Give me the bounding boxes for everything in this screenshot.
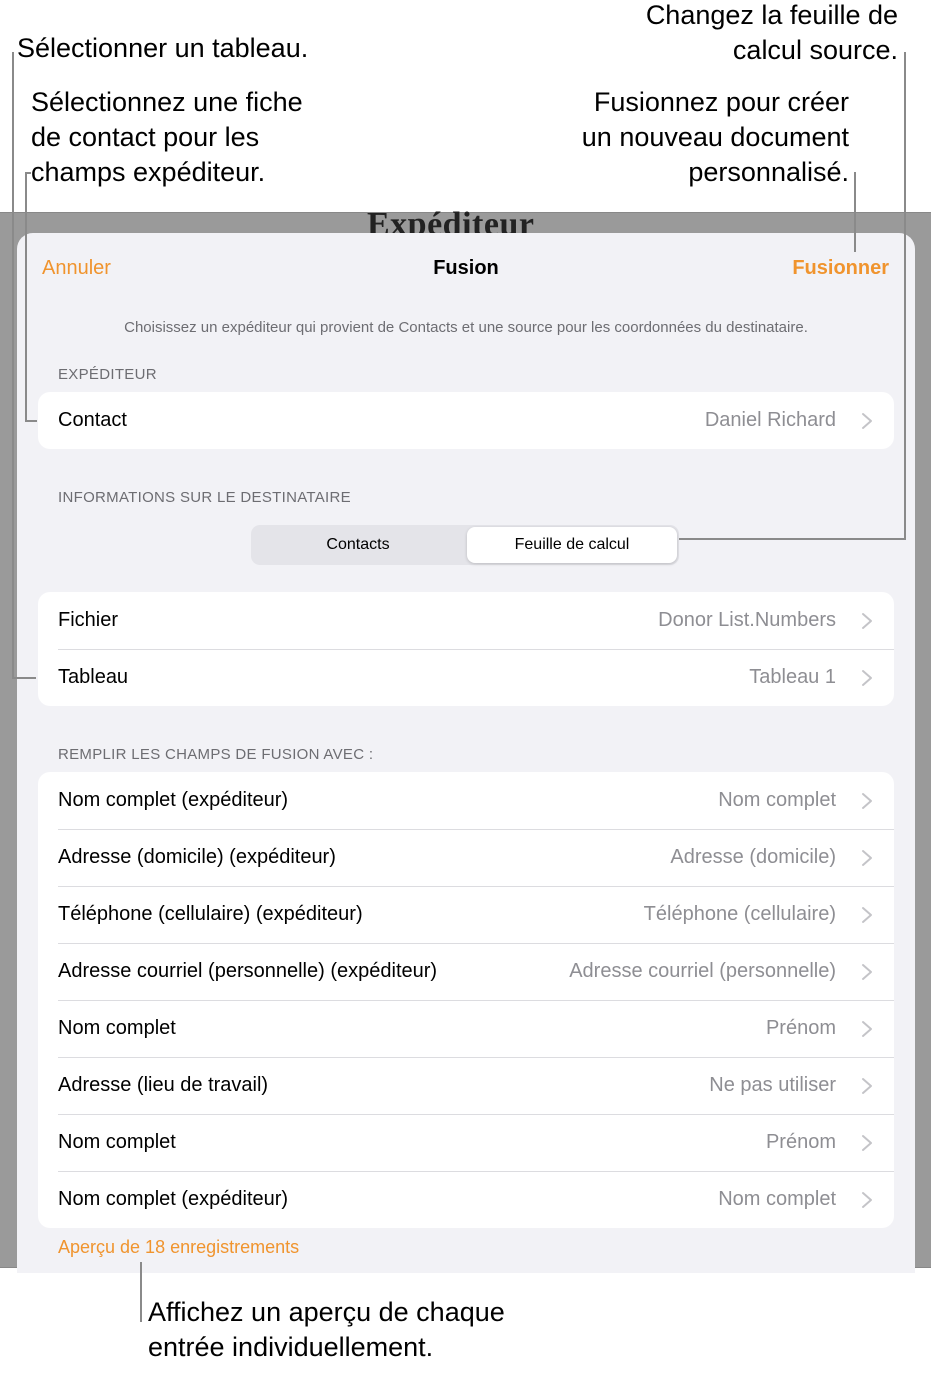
leader-line <box>25 172 27 422</box>
row-value: Nom complet <box>718 1188 836 1210</box>
row-label: Nom complet (expéditeur) <box>58 1188 289 1210</box>
leader-line <box>12 52 14 679</box>
sender-section-header: EXPÉDITEUR <box>58 366 157 383</box>
segment-contacts[interactable]: Contacts <box>251 525 465 565</box>
row-label: Tableau <box>58 666 129 688</box>
preview-records-link[interactable]: Aperçu de 18 enregistrements <box>58 1237 299 1258</box>
chevron-right-icon <box>862 793 872 809</box>
row-value: Prénom <box>765 1131 836 1153</box>
callout-line: Sélectionnez une fiche <box>31 87 303 117</box>
merge-sheet: Annuler Fusion Fusionner Choisissez un e… <box>17 233 915 1273</box>
field-row[interactable]: Adresse courriel (personnelle) (expédite… <box>38 943 894 1000</box>
chevron-right-icon <box>862 907 872 923</box>
recipient-section-header: INFORMATIONS SUR LE DESTINATAIRE <box>58 489 351 506</box>
intro-text: Choisissez un expéditeur qui provient de… <box>124 319 808 336</box>
callout-select-contact: Sélectionnez une fiche de contact pour l… <box>31 85 303 190</box>
chevron-right-icon <box>862 1192 872 1208</box>
row-label: Adresse (domicile) (expéditeur) <box>58 846 336 868</box>
callout-preview: Affichez un aperçu de chaque entrée indi… <box>148 1295 505 1365</box>
leader-line <box>12 677 36 679</box>
row-label: Adresse courriel (personnelle) (expédite… <box>58 960 438 982</box>
chevron-right-icon <box>862 1021 872 1037</box>
leader-line <box>140 1262 142 1322</box>
recipient-group: Fichier Donor List.Numbers Tableau Table… <box>38 592 894 706</box>
row-value: Tableau 1 <box>749 666 836 688</box>
row-value: Nom complet <box>718 789 836 811</box>
chevron-right-icon <box>862 1078 872 1094</box>
chevron-right-icon <box>862 1135 872 1151</box>
chevron-right-icon <box>862 850 872 866</box>
field-row[interactable]: Adresse (domicile) (expéditeur) Adresse … <box>38 829 894 886</box>
row-label: Nom complet <box>58 1017 176 1039</box>
merge-button[interactable]: Fusionner <box>792 257 889 280</box>
fields-section-header: REMPLIR LES CHAMPS DE FUSION AVEC : <box>58 746 374 763</box>
row-value: Donor List.Numbers <box>658 609 836 631</box>
row-value: Ne pas utiliser <box>709 1074 836 1096</box>
row-value: Prénom <box>765 1017 836 1039</box>
callout-line: un nouveau document <box>581 122 849 152</box>
nav-bar: Annuler Fusion Fusionner <box>17 233 915 301</box>
row-value: Adresse (domicile) <box>670 846 836 868</box>
field-row[interactable]: Nom complet (expéditeur) Nom complet <box>38 772 894 829</box>
sheet-title: Fusion <box>433 257 499 279</box>
row-label: Nom complet <box>58 1131 176 1153</box>
field-row[interactable]: Nom complet (expéditeur) Nom complet <box>38 1171 894 1228</box>
leader-line <box>679 538 906 540</box>
row-value: Daniel Richard <box>704 409 836 431</box>
table-row[interactable]: Tableau Tableau 1 <box>38 649 894 706</box>
chevron-right-icon <box>862 413 872 429</box>
leader-line <box>25 172 31 174</box>
callout-line: champs expéditeur. <box>31 157 266 187</box>
leader-line <box>854 172 856 252</box>
field-row[interactable]: Nom complet Prénom <box>38 1000 894 1057</box>
row-label: Adresse (lieu de travail) <box>58 1074 269 1096</box>
callout-select-table: Sélectionner un tableau. <box>17 31 308 66</box>
chevron-right-icon <box>862 964 872 980</box>
row-value: Téléphone (cellulaire) <box>643 903 836 925</box>
callout-line: calcul source. <box>732 35 898 65</box>
callout-line: personnalisé. <box>688 157 849 187</box>
source-segmented-control: Contacts Feuille de calcul <box>251 525 679 565</box>
leader-line <box>904 52 906 540</box>
leader-line <box>25 420 37 422</box>
chevron-right-icon <box>862 613 872 629</box>
callout-line: Affichez un aperçu de chaque <box>148 1297 505 1327</box>
chevron-right-icon <box>862 670 872 686</box>
row-label: Téléphone (cellulaire) (expéditeur) <box>58 903 363 925</box>
callout-line: Changez la feuille de <box>645 0 898 30</box>
row-label: Fichier <box>58 609 119 631</box>
field-row[interactable]: Nom complet Prénom <box>38 1114 894 1171</box>
sender-group: Contact Daniel Richard <box>38 392 894 449</box>
fields-group: Nom complet (expéditeur) Nom complet Adr… <box>38 772 894 1228</box>
segment-spreadsheet[interactable]: Feuille de calcul <box>467 527 677 563</box>
file-row[interactable]: Fichier Donor List.Numbers <box>38 592 894 649</box>
callout-line: Sélectionner un tableau. <box>17 33 309 63</box>
contact-row[interactable]: Contact Daniel Richard <box>38 392 894 449</box>
callout-merge: Fusionnez pour créer un nouveau document… <box>582 85 849 190</box>
callout-line: de contact pour les <box>31 122 260 152</box>
row-label: Contact <box>58 409 127 431</box>
callout-change-sheet: Changez la feuille de calcul source. <box>646 0 898 68</box>
field-row[interactable]: Adresse (lieu de travail) Ne pas utilise… <box>38 1057 894 1114</box>
row-value: Adresse courriel (personnelle) <box>569 960 836 982</box>
row-label: Nom complet (expéditeur) <box>58 789 289 811</box>
field-row[interactable]: Téléphone (cellulaire) (expéditeur) Télé… <box>38 886 894 943</box>
callout-line: Fusionnez pour créer <box>593 87 849 117</box>
callout-line: entrée individuellement. <box>148 1332 434 1362</box>
